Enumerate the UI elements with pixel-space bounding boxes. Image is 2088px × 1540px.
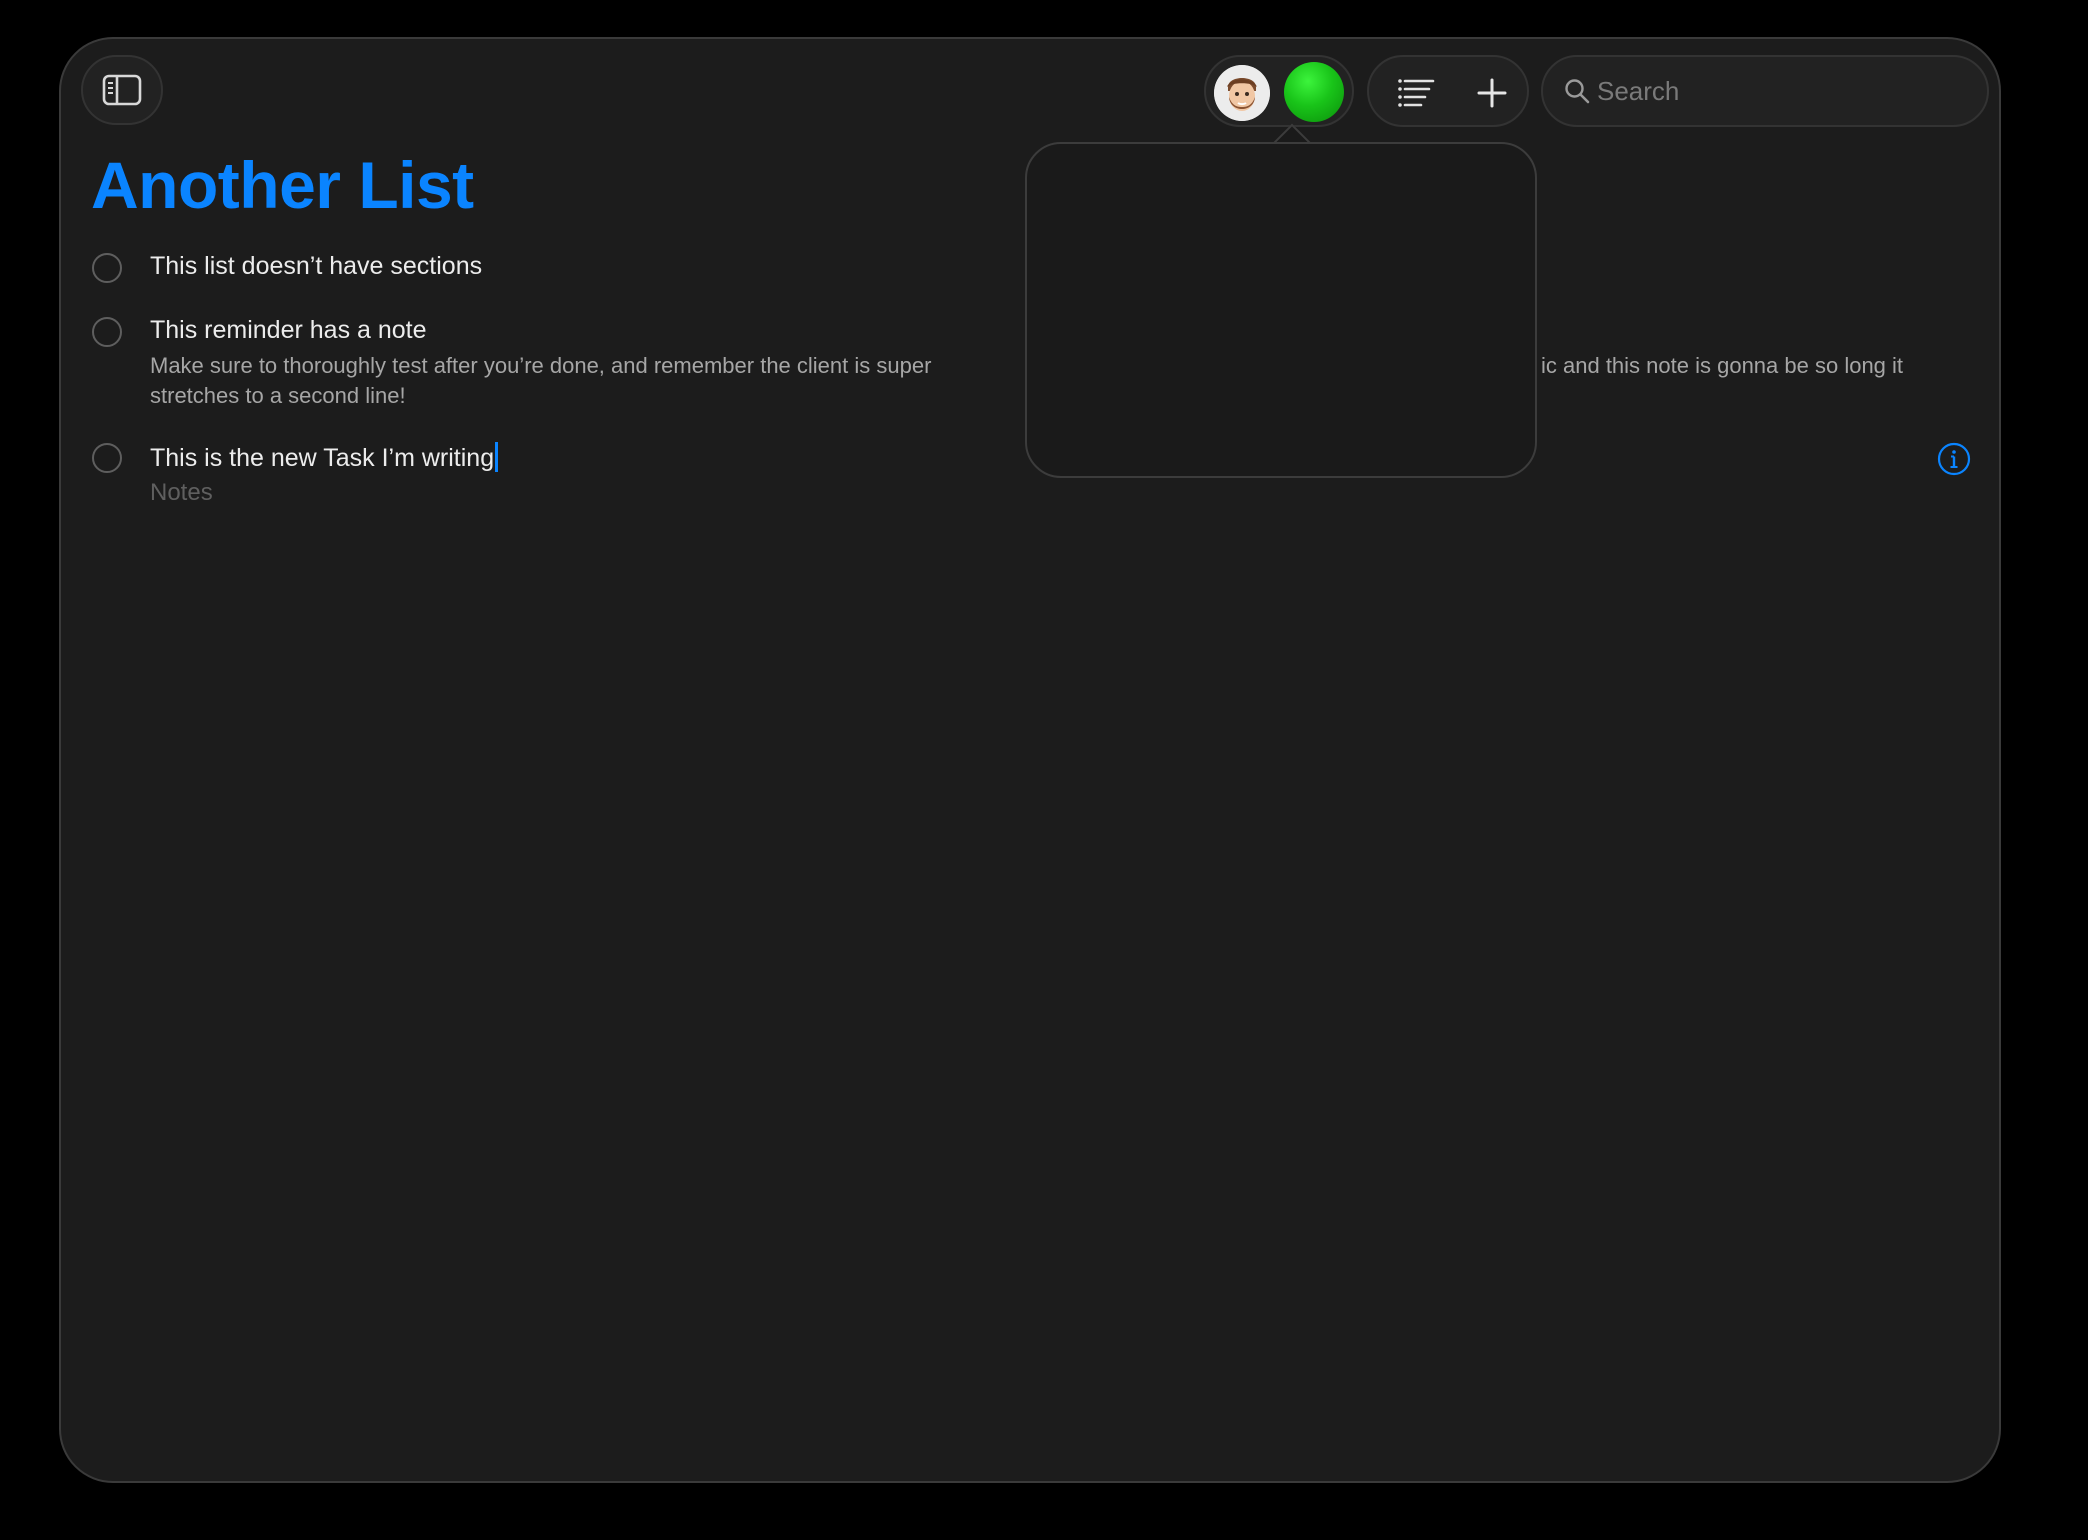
task-checkbox[interactable] (92, 253, 122, 283)
info-icon[interactable] (1937, 442, 1971, 476)
search-input[interactable] (1595, 74, 1959, 108)
task-note-line-1-end: ic and this note is gonna be so long it (1541, 353, 1904, 378)
search-field[interactable] (1541, 55, 1989, 127)
memoji-avatar-icon[interactable] (1214, 65, 1270, 121)
collaborators-group[interactable] (1204, 55, 1354, 127)
sidebar-toggle-button[interactable] (81, 55, 163, 125)
reminders-window: Another List This list doesn’t have sect… (59, 37, 2001, 1483)
task-checkbox[interactable] (92, 317, 122, 347)
sidebar-icon (102, 74, 142, 106)
task-title-input[interactable]: This is the new Task I’m writing (150, 442, 499, 473)
collaborators-popover (1025, 142, 1537, 478)
list-options-icon (1398, 79, 1435, 107)
plus-icon (1477, 78, 1507, 108)
toolbar-actions-group (1367, 55, 1529, 127)
task-title-text: This is the new Task I’m writing (150, 444, 495, 472)
text-caret (495, 442, 499, 472)
search-icon (1563, 77, 1591, 105)
task-title[interactable]: This reminder has a note (150, 316, 427, 345)
task-checkbox[interactable] (92, 443, 122, 473)
green-dot-avatar-icon[interactable] (1284, 62, 1344, 122)
task-title[interactable]: This list doesn’t have sections (150, 252, 482, 281)
list-title: Another List (91, 148, 474, 222)
add-reminder-button[interactable] (1465, 66, 1519, 120)
task-notes-placeholder[interactable]: Notes (150, 479, 213, 507)
task-note-line-1-start: Make sure to thoroughly test after you’r… (150, 353, 932, 378)
list-options-button[interactable] (1389, 66, 1443, 120)
